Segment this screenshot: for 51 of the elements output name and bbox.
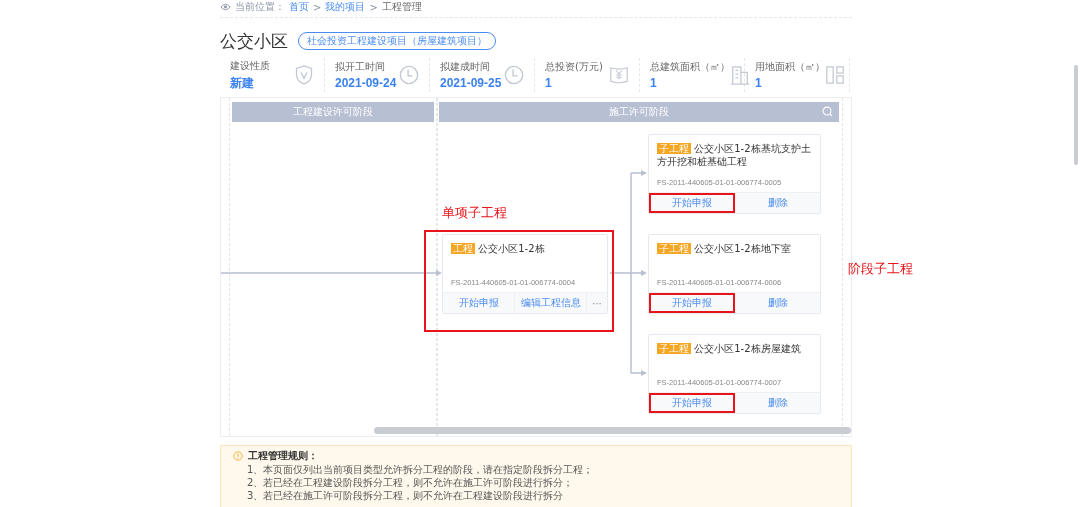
card-title: 子工程 公交小区1-2栋基坑支护土方开挖和桩基础工程 bbox=[657, 142, 812, 168]
annotation-text: 阶段子工程 bbox=[848, 260, 913, 278]
eye-icon bbox=[220, 3, 231, 11]
rule-text: 3、若已经在施工许可阶段拆分工程，则不允许在工程建设阶段进行拆分 bbox=[247, 490, 565, 502]
clock-icon bbox=[399, 65, 419, 85]
stat-value: 1 bbox=[545, 76, 553, 90]
stat-value: 新建 bbox=[230, 74, 255, 92]
breadcrumb-link[interactable]: 首页 bbox=[289, 0, 309, 14]
card-action-button[interactable]: 开始申报 bbox=[649, 393, 735, 413]
yen-icon bbox=[609, 65, 629, 85]
clock-icon bbox=[504, 65, 524, 85]
current-page-label: 工程管理 bbox=[381, 0, 422, 14]
card-action-button[interactable]: ··· bbox=[587, 293, 607, 313]
stat-label: 建设性质 bbox=[230, 58, 270, 73]
card-title: 子工程 公交小区1-2栋房屋建筑 bbox=[657, 342, 802, 355]
stat-value: 1 bbox=[650, 76, 658, 90]
stat-value: 2021-09-24 bbox=[335, 76, 397, 90]
stat-label: 拟开工时间 bbox=[335, 60, 386, 74]
stat-value: 2021-09-25 bbox=[440, 76, 502, 90]
breadcrumb-separator: > bbox=[313, 1, 322, 13]
stat-label: 总建筑面积（㎡） bbox=[650, 60, 730, 74]
project-title: 公交小区 bbox=[220, 29, 288, 53]
scrollbar-thumb[interactable] bbox=[374, 427, 851, 434]
card-action-button[interactable]: 删除 bbox=[735, 193, 820, 213]
card-action-button[interactable]: 开始申报 bbox=[649, 193, 735, 213]
stat-label: 总投资(万元) bbox=[545, 60, 603, 74]
info-icon bbox=[233, 451, 243, 461]
rule-text: 2、若已经在工程建设阶段拆分工程，则不允许在施工许可阶段进行拆分； bbox=[247, 477, 575, 489]
stat-value: 1 bbox=[755, 76, 763, 90]
breadcrumb-separator: > bbox=[369, 1, 378, 13]
breadcrumb-label: 当前位置： bbox=[235, 0, 285, 14]
stat-label: 用地面积（㎡） bbox=[755, 60, 825, 74]
building-icon bbox=[730, 65, 750, 85]
card-action-button[interactable]: 删除 bbox=[735, 293, 820, 313]
breadcrumb-link[interactable]: 我的项目 bbox=[325, 0, 366, 14]
card-action-button[interactable]: 开始申报 bbox=[649, 293, 735, 313]
card-title: 子工程 公交小区1-2栋地下室 bbox=[657, 242, 792, 255]
stage-title: 工程建设许可阶段 bbox=[293, 105, 373, 119]
card-title: 工程 公交小区1-2栋 bbox=[451, 242, 546, 255]
layout-icon bbox=[825, 65, 845, 85]
stage-title: 施工许可阶段 bbox=[609, 105, 669, 119]
shield-icon bbox=[294, 65, 314, 85]
stat-label: 拟建成时间 bbox=[440, 60, 491, 74]
rules-title: 工程管理规则： bbox=[248, 449, 318, 463]
card-action-button[interactable]: 编辑工程信息 bbox=[515, 293, 587, 313]
rule-text: 1、本页面仅列出当前项目类型允许拆分工程的阶段，请在指定阶段拆分工程； bbox=[247, 464, 595, 476]
scrollbar-thumb[interactable] bbox=[1074, 65, 1078, 165]
card-action-button[interactable]: 删除 bbox=[735, 393, 820, 413]
annotation-text: 单项子工程 bbox=[442, 204, 507, 222]
card-action-button[interactable]: 开始申报 bbox=[443, 293, 515, 313]
search-icon[interactable] bbox=[822, 106, 833, 117]
